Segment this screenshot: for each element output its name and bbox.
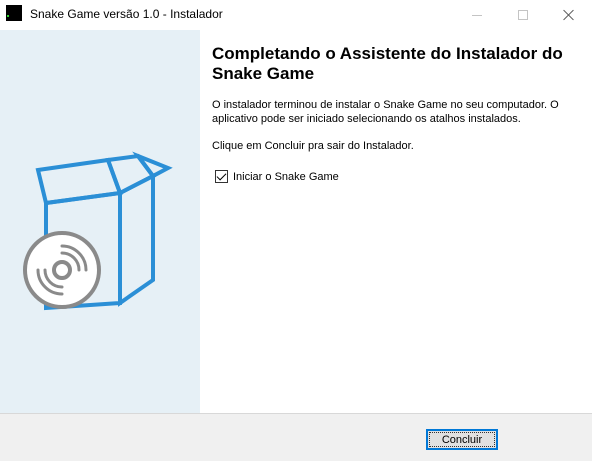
completion-message: O instalador terminou de instalar o Snak… — [212, 99, 559, 125]
close-icon — [563, 9, 575, 21]
launch-game-option[interactable]: Iniciar o Snake Game — [215, 170, 339, 183]
installer-box-disc-icon — [23, 151, 173, 311]
window-title: Snake Game versão 1.0 - Instalador — [30, 7, 223, 21]
minimize-icon — [472, 14, 482, 16]
snake-game-icon — [6, 5, 22, 21]
close-button[interactable] — [546, 0, 592, 30]
finish-button[interactable]: Concluir — [426, 429, 498, 450]
page-title: Completando o Assistente do Instalador d… — [212, 44, 563, 83]
maximize-button[interactable] — [500, 0, 546, 30]
exit-instruction: Clique em Concluir pra sair do Instalado… — [212, 140, 414, 152]
wizard-footer: Concluir — [0, 414, 592, 461]
title-bar: Snake Game versão 1.0 - Instalador — [0, 0, 592, 30]
wizard-content: Completando o Assistente do Instalador d… — [200, 30, 592, 413]
launch-game-label[interactable]: Iniciar o Snake Game — [233, 171, 339, 183]
launch-game-checkbox[interactable] — [215, 170, 228, 183]
maximize-icon — [518, 10, 528, 20]
minimize-button[interactable] — [454, 0, 500, 30]
wizard-sidebar — [0, 30, 200, 413]
